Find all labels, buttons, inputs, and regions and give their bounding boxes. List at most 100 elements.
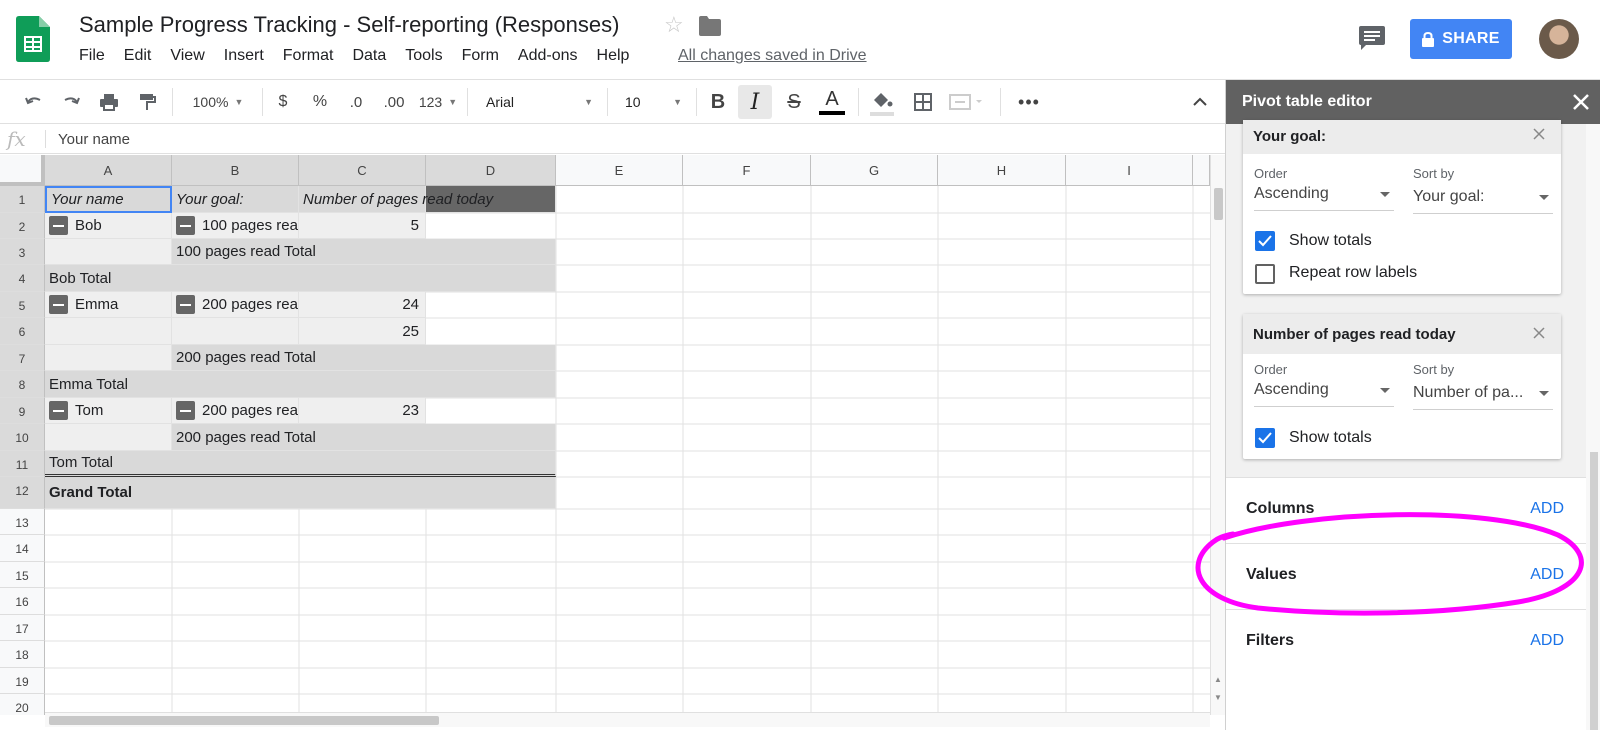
pivot-subtotal-row[interactable]: 200 pages read Total <box>172 424 556 451</box>
column-header-c[interactable]: C <box>299 155 426 186</box>
column-header-f[interactable]: F <box>683 155 811 186</box>
fill-color-icon[interactable] <box>868 80 896 124</box>
repeat-row-labels-checkbox[interactable] <box>1255 264 1275 284</box>
pivot-total-row[interactable]: Bob Total <box>45 265 556 292</box>
currency-format-button[interactable]: $ <box>273 80 293 124</box>
font-size-select[interactable]: 10 ▼ <box>618 80 682 124</box>
pivot-row-label[interactable]: Tom <box>45 398 172 424</box>
undo-icon[interactable] <box>22 80 46 124</box>
collapse-icon[interactable] <box>49 295 68 314</box>
collapse-icon[interactable] <box>49 216 68 235</box>
row-header[interactable]: 3 <box>0 239 45 265</box>
columns-add-button[interactable]: ADD <box>1530 500 1564 518</box>
filters-add-button[interactable]: ADD <box>1530 632 1564 650</box>
increase-decimal-button[interactable]: .00 <box>378 80 410 124</box>
collapse-icon[interactable] <box>176 216 195 235</box>
row-header[interactable]: 19 <box>0 668 45 694</box>
row-header[interactable]: 10 <box>0 424 45 451</box>
folder-icon[interactable] <box>699 16 721 36</box>
close-icon[interactable] <box>1531 126 1547 142</box>
pivot-row-label[interactable]: 200 pages read <box>172 292 299 318</box>
horizontal-scrollbar[interactable] <box>45 712 1210 727</box>
collapse-icon[interactable] <box>176 295 195 314</box>
zoom-select[interactable]: 100% ▼ <box>183 80 253 124</box>
row-header[interactable]: 18 <box>0 641 45 668</box>
row-header[interactable]: 1 <box>0 186 45 213</box>
row-header[interactable]: 11 <box>0 451 45 477</box>
cell-b1[interactable]: Your goal: <box>172 186 299 213</box>
comment-icon[interactable] <box>1359 26 1385 50</box>
sort-by-dropdown[interactable]: Your goal: <box>1413 182 1553 214</box>
menu-edit[interactable]: Edit <box>124 47 152 65</box>
column-header-i[interactable]: I <box>1066 155 1193 186</box>
pivot-empty-cell[interactable] <box>45 318 172 345</box>
pivot-value-cell[interactable]: 24 <box>299 292 426 318</box>
row-header[interactable]: 4 <box>0 265 45 292</box>
collapse-icon[interactable] <box>49 401 68 420</box>
pivot-value-cell[interactable]: 23 <box>299 398 426 424</box>
row-header[interactable]: 16 <box>0 588 45 615</box>
show-totals-checkbox[interactable] <box>1255 231 1275 251</box>
print-icon[interactable] <box>97 80 121 124</box>
menu-data[interactable]: Data <box>352 47 386 65</box>
pivot-row-label[interactable]: Emma <box>45 292 172 318</box>
row-header[interactable]: 2 <box>0 213 45 239</box>
column-header-a[interactable]: A <box>45 155 172 186</box>
save-status-link[interactable]: All changes saved in Drive <box>678 47 867 65</box>
menu-format[interactable]: Format <box>283 47 334 65</box>
more-options-icon[interactable]: ••• <box>1016 80 1042 124</box>
pivot-row-label[interactable]: 200 pages read <box>172 398 299 424</box>
menu-form[interactable]: Form <box>462 47 499 65</box>
pivot-empty-cell[interactable] <box>45 239 172 265</box>
share-button[interactable]: SHARE <box>1410 19 1512 59</box>
column-header-b[interactable]: B <box>172 155 299 186</box>
avatar[interactable] <box>1539 19 1579 59</box>
pivot-value-cell[interactable]: 5 <box>299 213 426 239</box>
scrollbar-thumb[interactable] <box>1590 452 1598 730</box>
menu-addons[interactable]: Add-ons <box>518 47 578 65</box>
column-header-d[interactable]: D <box>426 155 556 186</box>
document-title[interactable]: Sample Progress Tracking - Self-reportin… <box>79 12 619 38</box>
pivot-empty-cell[interactable] <box>172 318 299 345</box>
select-all-corner[interactable] <box>0 155 45 186</box>
cell-a1[interactable]: Your name <box>45 186 172 213</box>
row-header[interactable]: 9 <box>0 398 45 424</box>
pivot-empty-cell[interactable] <box>45 345 172 371</box>
sheets-logo-icon[interactable] <box>16 16 50 62</box>
merge-cells-icon[interactable] <box>947 80 985 124</box>
menu-view[interactable]: View <box>170 47 204 65</box>
order-dropdown[interactable]: Ascending <box>1254 375 1394 407</box>
pivot-subtotal-row[interactable]: 100 pages read Total <box>172 239 556 265</box>
row-header[interactable]: 5 <box>0 292 45 318</box>
row-header[interactable]: 6 <box>0 318 45 345</box>
scrollbar-thumb[interactable] <box>49 716 439 725</box>
column-header-g[interactable]: G <box>811 155 938 186</box>
more-formats-select[interactable]: 123 ▼ <box>418 80 458 124</box>
scroll-down-icon[interactable]: ▼ <box>1214 693 1222 702</box>
values-add-button[interactable]: ADD <box>1530 566 1564 584</box>
close-icon[interactable] <box>1531 325 1547 341</box>
bold-button[interactable]: B <box>707 80 729 124</box>
star-icon[interactable]: ☆ <box>664 12 684 38</box>
row-header[interactable]: 15 <box>0 562 45 588</box>
decrease-decimal-button[interactable]: .0 <box>342 80 370 124</box>
paint-format-icon[interactable] <box>135 80 159 124</box>
sort-by-dropdown[interactable]: Number of pa... <box>1413 378 1553 410</box>
scrollbar-thumb[interactable] <box>1214 188 1223 220</box>
pivot-subtotal-row[interactable]: 200 pages read Total <box>172 345 556 371</box>
percent-format-button[interactable]: % <box>309 80 331 124</box>
show-totals-checkbox[interactable] <box>1255 428 1275 448</box>
row-header[interactable]: 14 <box>0 535 45 562</box>
pivot-total-row[interactable]: Tom Total <box>45 451 556 477</box>
row-header[interactable]: 12 <box>0 477 45 509</box>
collapse-toolbar-icon[interactable] <box>1188 80 1212 124</box>
redo-icon[interactable] <box>59 80 83 124</box>
pivot-row-label[interactable]: 100 pages read <box>172 213 299 239</box>
pivot-grand-total-row[interactable]: Grand Total <box>45 477 556 509</box>
row-header[interactable]: 17 <box>0 615 45 641</box>
text-color-button[interactable]: A <box>818 80 846 124</box>
close-icon[interactable] <box>1569 90 1593 114</box>
font-family-select[interactable]: Arial ▼ <box>478 80 593 124</box>
italic-button[interactable]: I <box>738 85 772 119</box>
row-header[interactable]: 7 <box>0 345 45 371</box>
